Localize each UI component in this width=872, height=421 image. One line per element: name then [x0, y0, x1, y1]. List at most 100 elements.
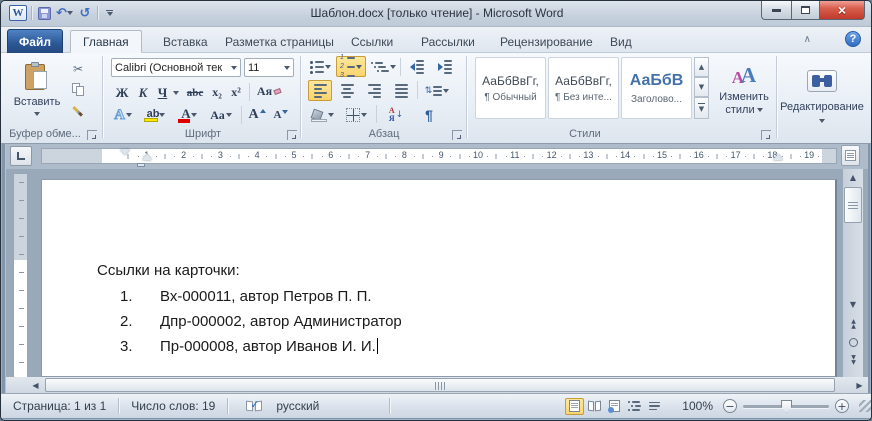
shading-button[interactable]: [306, 104, 338, 125]
close-button[interactable]: ×: [820, 1, 865, 20]
tab-stop-selector[interactable]: [10, 146, 32, 166]
copy-button[interactable]: [65, 80, 91, 99]
clipboard-dialog-launcher[interactable]: [87, 130, 97, 140]
increase-indent-button[interactable]: [433, 57, 457, 77]
shrink-font-button[interactable]: А: [270, 105, 292, 125]
horizontal-ruler[interactable]: 12345678910111213141516171819: [41, 148, 837, 164]
scroll-right-button[interactable]: ▶: [852, 378, 867, 392]
next-page-button[interactable]: ▼▼: [844, 353, 862, 368]
underline-dropdown[interactable]: [171, 83, 181, 102]
align-right-button[interactable]: [362, 80, 386, 101]
document-page[interactable]: Ссылки на карточки: 1.Вх-000011, автор П…: [41, 179, 837, 377]
superscript-button[interactable]: x²: [227, 83, 245, 102]
decrease-indent-button[interactable]: [405, 57, 429, 77]
borders-button[interactable]: [341, 104, 371, 125]
list-item[interactable]: 3.Пр-000008, автор Иванов И. И.: [120, 338, 378, 355]
first-line-indent-marker[interactable]: [120, 149, 130, 155]
tab-view[interactable]: Вид: [598, 30, 644, 53]
paragraph-dialog-launcher[interactable]: [452, 130, 462, 140]
hanging-indent-marker[interactable]: [142, 154, 152, 160]
format-painter-button[interactable]: [65, 101, 91, 120]
zoom-slider-thumb[interactable]: [781, 400, 792, 413]
tab-insert[interactable]: Вставка: [151, 30, 220, 53]
tab-review[interactable]: Рецензирование: [488, 30, 605, 53]
align-center-button[interactable]: [335, 80, 359, 101]
list-item[interactable]: 2.Дпр-000002, автор Администратор: [120, 313, 402, 330]
bold-button[interactable]: Ж: [113, 83, 131, 102]
subscript-button[interactable]: x₂: [208, 83, 226, 102]
scroll-down-button[interactable]: ▼: [844, 297, 862, 312]
word-count[interactable]: Число слов: 19: [127, 399, 219, 413]
proofing-icon[interactable]: ✓: [246, 401, 262, 412]
styles-scroll-down-button[interactable]: ▼: [694, 77, 709, 97]
vertical-ruler[interactable]: [13, 173, 28, 377]
align-left-button[interactable]: [308, 80, 332, 101]
ruler-toggle-button[interactable]: [841, 145, 860, 166]
numbering-button[interactable]: 1 2 3: [336, 56, 366, 77]
scroll-left-button[interactable]: ◀: [28, 378, 43, 392]
zoom-slider-track[interactable]: [743, 405, 829, 408]
zoom-in-button[interactable]: +: [835, 399, 849, 413]
clear-formatting-button[interactable]: Ая: [255, 81, 283, 102]
horizontal-scroll-thumb[interactable]: [45, 378, 835, 392]
font-color-button[interactable]: А: [175, 105, 203, 125]
font-dialog-launcher[interactable]: [287, 130, 297, 140]
font-name-value: Calibri (Основной тек: [115, 62, 222, 74]
line-spacing-button[interactable]: ⇅: [422, 80, 452, 101]
vertical-scrollbar[interactable]: ▲ ▼ ▲▲ ▼▼: [843, 169, 863, 377]
highlight-button[interactable]: ab: [140, 105, 172, 125]
paragraph-heading[interactable]: Ссылки на карточки:: [97, 262, 240, 279]
change-styles-button[interactable]: А А Изменить стили: [715, 57, 773, 123]
font-size-combo[interactable]: 11: [244, 58, 294, 77]
tab-page-layout[interactable]: Разметка страницы: [213, 30, 346, 53]
collapse-ribbon-button[interactable]: ∧: [804, 34, 811, 45]
bullets-button[interactable]: [307, 57, 333, 77]
vertical-scroll-thumb[interactable]: [844, 187, 862, 223]
maximize-button[interactable]: [791, 1, 820, 20]
web-layout-view-button[interactable]: [605, 398, 624, 415]
styles-dialog-launcher[interactable]: [761, 130, 771, 140]
page-indicator[interactable]: Страница: 1 из 1: [9, 399, 110, 413]
left-indent-marker[interactable]: [137, 163, 145, 167]
editing-button[interactable]: Редактирование: [785, 57, 859, 135]
language-indicator[interactable]: русский: [272, 399, 323, 413]
italic-button[interactable]: K: [134, 83, 152, 102]
scroll-up-button[interactable]: ▲: [844, 170, 862, 185]
styles-scroll-up-button[interactable]: ▲: [694, 57, 709, 77]
text-effects-button[interactable]: А: [109, 105, 137, 125]
horizontal-scrollbar[interactable]: ◀ ▶: [6, 377, 868, 393]
tab-home[interactable]: Главная: [70, 30, 142, 53]
zoom-level[interactable]: 100%: [678, 399, 717, 413]
underline-button[interactable]: Ч: [154, 83, 171, 102]
tab-references[interactable]: Ссылки: [339, 30, 405, 53]
tab-mailings[interactable]: Рассылки: [409, 30, 487, 53]
strikethrough-button[interactable]: abc: [183, 83, 207, 102]
tab-file[interactable]: Файл: [7, 29, 63, 53]
justify-button[interactable]: [389, 80, 413, 101]
cut-button[interactable]: ✂: [65, 59, 91, 78]
minimize-button[interactable]: [761, 1, 791, 20]
sort-button[interactable]: А Я ↓: [382, 104, 410, 125]
previous-page-button[interactable]: ▲▲: [844, 317, 862, 332]
resize-grip[interactable]: [859, 400, 871, 412]
style-heading1[interactable]: АаБбВ Заголово...: [621, 57, 692, 119]
draft-view-button[interactable]: [645, 398, 664, 415]
paste-dropdown-arrow[interactable]: [34, 112, 40, 116]
paste-button[interactable]: Вставить: [15, 57, 59, 121]
multilevel-list-button[interactable]: [369, 57, 397, 77]
list-item[interactable]: 1.Вх-000011, автор Петров П. П.: [120, 288, 372, 305]
style-normal[interactable]: АаБбВвГг, ¶ Обычный: [475, 57, 546, 119]
right-indent-marker[interactable]: [773, 154, 783, 160]
grow-font-button[interactable]: А: [246, 105, 268, 125]
show-marks-button[interactable]: ¶: [417, 104, 441, 125]
style-no-spacing[interactable]: АаБбВвГг, ¶ Без инте...: [548, 57, 619, 119]
font-name-combo[interactable]: Calibri (Основной тек: [111, 58, 241, 77]
change-case-button[interactable]: Аа: [206, 105, 236, 125]
styles-more-button[interactable]: ▼: [694, 97, 709, 119]
outline-view-button[interactable]: [625, 398, 644, 415]
help-button[interactable]: ?: [845, 31, 861, 47]
zoom-out-button[interactable]: −: [723, 399, 737, 413]
fullscreen-reading-view-button[interactable]: [585, 398, 604, 415]
select-browse-object-button[interactable]: [844, 335, 862, 350]
print-layout-view-button[interactable]: [565, 398, 584, 415]
